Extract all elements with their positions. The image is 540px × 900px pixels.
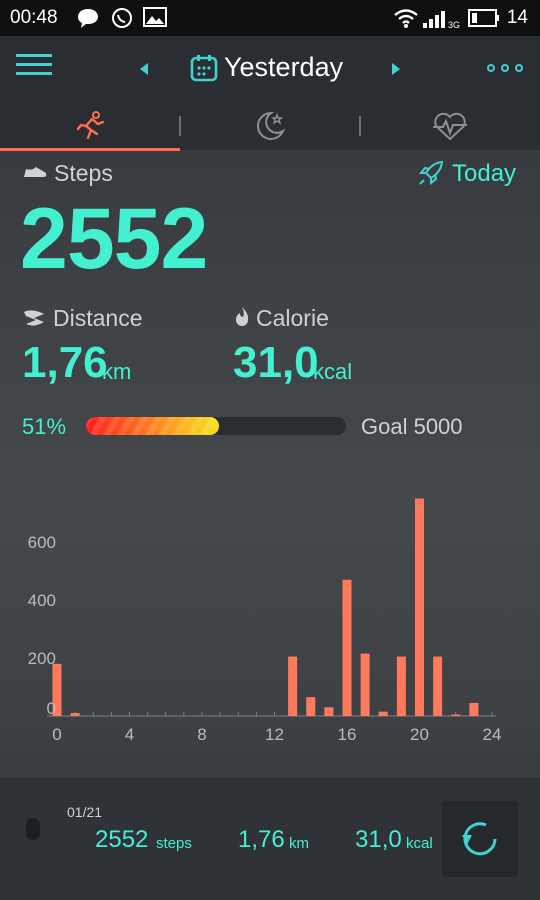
more-options-icon[interactable] [486, 63, 524, 73]
chart-bar-hour-14 [306, 697, 316, 716]
x-tick-label: 8 [197, 725, 206, 744]
chart-bar-hour-17 [360, 653, 370, 716]
page-title[interactable]: Yesterday [224, 52, 343, 83]
app-bar: Yesterday [0, 36, 540, 102]
refresh-icon [462, 822, 497, 856]
calorie-label: Calorie [256, 305, 329, 331]
calorie-unit: kcal [313, 359, 353, 384]
tab-heart-rate-icon[interactable] [431, 110, 469, 142]
goal-progress-fill [86, 417, 219, 435]
whatsapp-icon [112, 8, 132, 28]
menu-icon[interactable] [16, 52, 54, 78]
hourly-steps-chart: 0 4 8 12 16 20 24 0 200 400 600 [28, 498, 502, 744]
distance-unit: km [102, 359, 132, 384]
steps-label: Steps [54, 160, 113, 186]
x-tick-label: 12 [265, 725, 284, 744]
status-bar: 00:48 3G 14 [0, 0, 540, 36]
goal-label: Goal 5000 [361, 414, 463, 439]
tab-activity-running-icon[interactable] [75, 110, 107, 142]
image-icon [143, 7, 167, 27]
battery-icon [468, 9, 499, 27]
message-icon [78, 9, 98, 28]
x-tick-label: 24 [483, 725, 502, 744]
tab-bar [0, 102, 540, 151]
rocket-icon[interactable] [418, 159, 446, 187]
calorie-value: 31,0 [233, 338, 319, 387]
distance-label: Distance [53, 305, 143, 331]
sync-button[interactable] [442, 801, 518, 877]
shoe-icon [24, 167, 47, 177]
chart-bar-hour-21 [433, 656, 443, 716]
y-tick-label: 600 [28, 533, 56, 552]
footer-distance-value: 1,76 [238, 826, 285, 853]
x-tick-label: 4 [125, 725, 134, 744]
tab-sleep-moon-icon[interactable] [253, 109, 287, 143]
distance-icon [24, 310, 44, 326]
chart-bar-hour-16 [342, 579, 352, 716]
calendar-icon[interactable] [190, 54, 218, 82]
tab-active-indicator [0, 148, 180, 151]
flame-icon [236, 307, 249, 326]
battery-level: 14 [506, 7, 528, 28]
wifi-icon [394, 9, 418, 28]
footer-calorie-unit: kcal [406, 835, 433, 852]
footer-calorie-value: 31,0 [355, 826, 402, 853]
tab-divider [179, 116, 181, 136]
tab-divider [359, 116, 361, 136]
chart-bar-hour-18 [378, 711, 388, 716]
y-tick-label: 200 [28, 649, 56, 668]
footer-steps-unit: steps [156, 835, 192, 852]
goal-progress-bar [86, 417, 346, 435]
goal-percent: 51% [22, 414, 67, 439]
chart-bar-hour-1 [70, 713, 80, 716]
footer-distance-unit: km [289, 835, 309, 852]
signal-icon: 3G [423, 11, 460, 29]
chart-bar-hour-23 [469, 702, 479, 716]
x-tick-label: 20 [410, 725, 429, 744]
x-tick-label: 0 [52, 725, 61, 744]
footer-steps-value: 2552 [95, 826, 149, 853]
chart-bar-hour-22 [451, 714, 461, 716]
chart-bar-hour-15 [324, 707, 334, 716]
chart-bar-hour-13 [288, 656, 298, 716]
svg-text:3G: 3G [448, 20, 460, 29]
distance-value: 1,76 [22, 338, 108, 387]
y-tick-label: 400 [28, 591, 56, 610]
next-day-icon[interactable] [390, 61, 402, 77]
previous-day-icon[interactable] [138, 61, 150, 77]
device-icon [26, 818, 40, 840]
y-tick-label: 0 [47, 699, 56, 718]
steps-count: 2552 [20, 191, 208, 287]
footer-date: 01/21 [67, 804, 103, 820]
today-button[interactable]: Today [452, 160, 516, 188]
chart-bar-hour-19 [396, 656, 406, 716]
x-tick-label: 16 [338, 725, 357, 744]
chart-bar-hour-20 [415, 498, 424, 716]
status-time: 00:48 [10, 7, 58, 28]
